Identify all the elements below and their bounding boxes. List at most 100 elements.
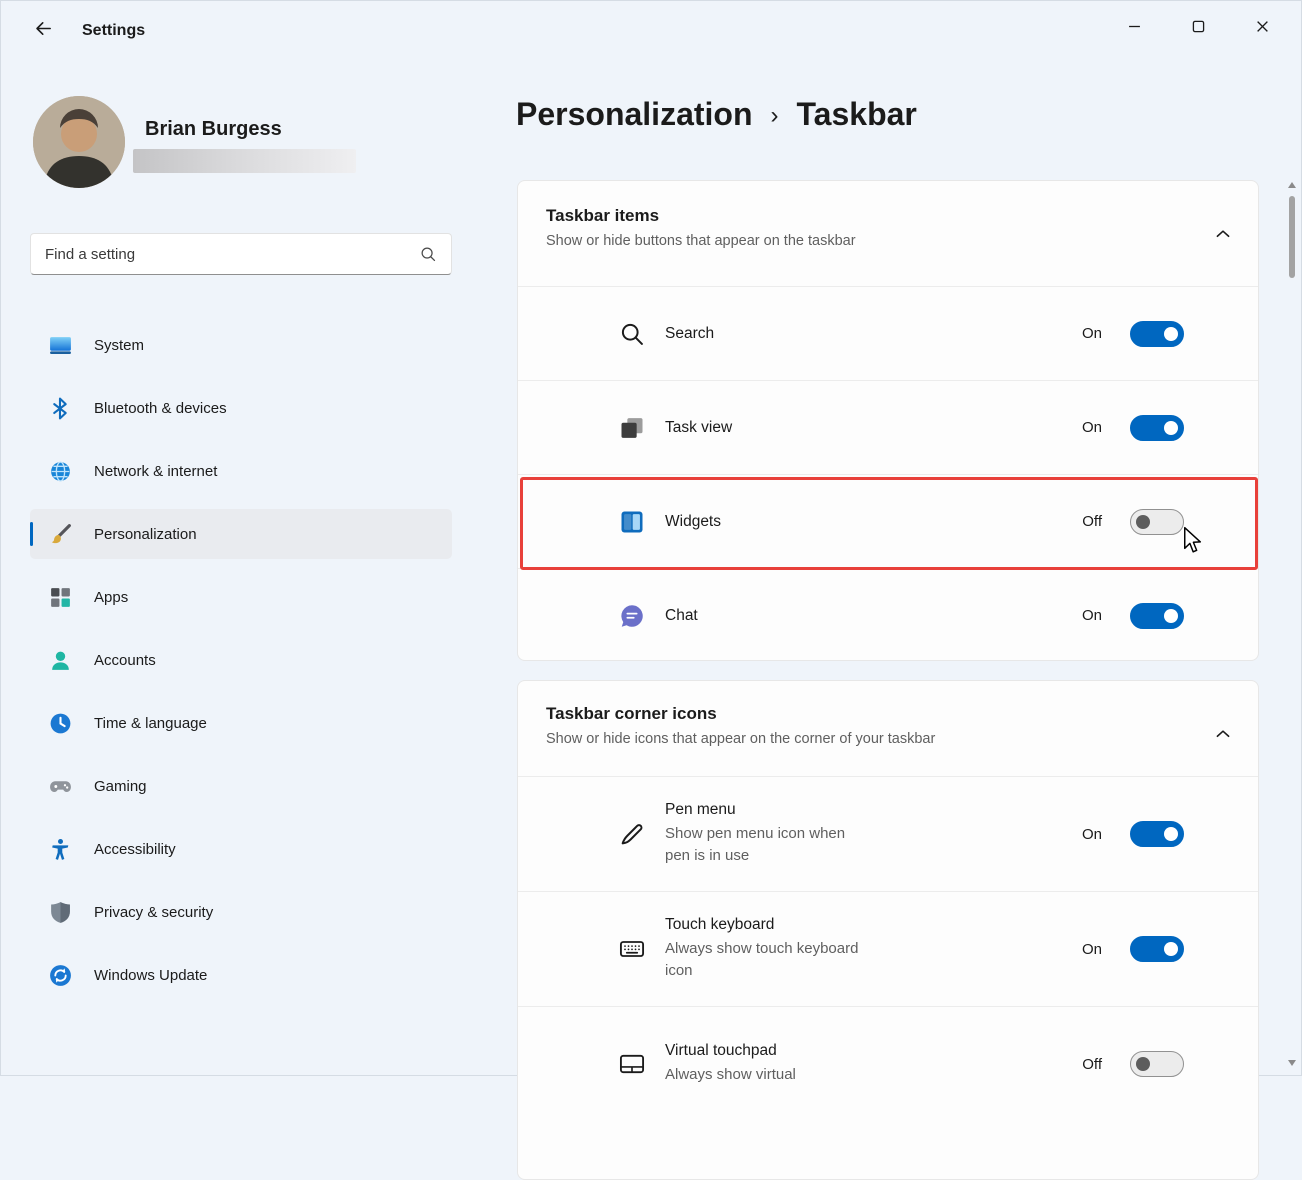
sidebar-item-label: Accessibility bbox=[94, 841, 176, 858]
sidebar-item-personalization[interactable]: Personalization bbox=[30, 509, 452, 559]
toggle-state-label: On bbox=[1082, 826, 1102, 843]
chat-icon bbox=[618, 602, 646, 630]
toggle-state-label: On bbox=[1082, 419, 1102, 436]
toggle-knob bbox=[1164, 827, 1178, 841]
scroll-down-icon[interactable] bbox=[1288, 1060, 1296, 1066]
row-label: Widgets bbox=[665, 513, 1082, 531]
search-icon bbox=[419, 245, 437, 263]
row-label: Pen menu bbox=[665, 801, 1082, 819]
chat-row: Chat On bbox=[518, 568, 1258, 661]
title-bar: Settings bbox=[0, 0, 1302, 56]
window-title: Settings bbox=[82, 22, 145, 40]
toggle-state-label: On bbox=[1082, 325, 1102, 342]
apps-icon bbox=[48, 585, 73, 610]
scrollbar-thumb[interactable] bbox=[1289, 196, 1295, 278]
sidebar-item-label: Personalization bbox=[94, 526, 197, 543]
redacted-email-bar bbox=[133, 149, 356, 173]
section-title: Taskbar corner icons bbox=[546, 704, 1230, 724]
pen-menu-row: Pen menu Show pen menu icon when pen is … bbox=[518, 776, 1258, 891]
sidebar-item-time-language[interactable]: Time & language bbox=[30, 698, 452, 748]
toggle-state-label: On bbox=[1082, 941, 1102, 958]
search-input[interactable] bbox=[45, 246, 419, 263]
sidebar-item-system[interactable]: System bbox=[30, 320, 452, 370]
accounts-icon bbox=[48, 648, 73, 673]
back-arrow-icon bbox=[34, 19, 53, 38]
sidebar-item-label: Time & language bbox=[94, 715, 207, 732]
breadcrumb: Personalization › Taskbar bbox=[516, 96, 917, 133]
scrollbar[interactable] bbox=[1285, 180, 1299, 1068]
task-view-toggle[interactable] bbox=[1130, 415, 1184, 441]
system-icon bbox=[48, 333, 73, 358]
chevron-up-icon[interactable] bbox=[1214, 225, 1232, 243]
section-subtitle: Show or hide icons that appear on the co… bbox=[546, 731, 1230, 747]
sidebar-item-label: Gaming bbox=[94, 778, 147, 795]
toggle-knob bbox=[1164, 327, 1178, 341]
sidebar-item-label: Windows Update bbox=[94, 967, 207, 984]
minimize-icon bbox=[1128, 20, 1141, 33]
row-label: Chat bbox=[665, 607, 1082, 625]
taskbar-items-header[interactable]: Taskbar items Show or hide buttons that … bbox=[518, 181, 1258, 286]
back-button[interactable] bbox=[26, 13, 60, 43]
sidebar-item-apps[interactable]: Apps bbox=[30, 572, 452, 622]
sidebar-item-gaming[interactable]: Gaming bbox=[30, 761, 452, 811]
time-language-icon bbox=[48, 711, 73, 736]
breadcrumb-personalization[interactable]: Personalization bbox=[516, 96, 753, 133]
accessibility-icon bbox=[48, 837, 73, 862]
toggle-state-label: On bbox=[1082, 607, 1102, 624]
close-button[interactable] bbox=[1230, 6, 1294, 46]
chat-toggle[interactable] bbox=[1130, 603, 1184, 629]
widgets-toggle[interactable] bbox=[1130, 509, 1184, 535]
toggle-knob bbox=[1136, 1057, 1150, 1071]
row-text: Pen menu Show pen menu icon when pen is … bbox=[665, 801, 1082, 868]
sidebar-item-label: Accounts bbox=[94, 652, 156, 669]
maximize-button[interactable] bbox=[1166, 6, 1230, 46]
widgets-row: Widgets Off bbox=[518, 474, 1258, 568]
taskbar-corner-icons-card: Taskbar corner icons Show or hide icons … bbox=[517, 680, 1259, 1180]
taskbar-corner-icons-header[interactable]: Taskbar corner icons Show or hide icons … bbox=[518, 681, 1258, 776]
bluetooth-icon bbox=[48, 396, 73, 421]
chevron-up-icon[interactable] bbox=[1214, 725, 1232, 743]
sidebar-item-bluetooth-devices[interactable]: Bluetooth & devices bbox=[30, 383, 452, 433]
sidebar-item-label: Privacy & security bbox=[94, 904, 213, 921]
taskbar-items-card: Taskbar items Show or hide buttons that … bbox=[517, 180, 1259, 661]
toggle-state-label: Off bbox=[1082, 513, 1102, 530]
scroll-up-icon[interactable] bbox=[1288, 182, 1296, 188]
section-subtitle: Show or hide buttons that appear on the … bbox=[546, 233, 1230, 249]
search-toggle[interactable] bbox=[1130, 321, 1184, 347]
toggle-knob bbox=[1164, 609, 1178, 623]
virtual-touchpad-icon bbox=[618, 1050, 646, 1078]
search-taskbar-icon bbox=[618, 320, 646, 348]
row-label: Search bbox=[665, 325, 1082, 343]
sidebar-item-network-internet[interactable]: Network & internet bbox=[30, 446, 452, 496]
window-controls bbox=[1102, 6, 1294, 46]
row-label: Virtual touchpad bbox=[665, 1042, 1082, 1060]
sidebar-nav: System Bluetooth & devices Network & int… bbox=[30, 320, 452, 1013]
avatar[interactable] bbox=[33, 96, 125, 188]
virtual-touchpad-toggle[interactable] bbox=[1130, 1051, 1184, 1077]
search-box[interactable] bbox=[30, 233, 452, 275]
row-description: Always show touch keyboard icon bbox=[665, 938, 863, 983]
pen-icon bbox=[618, 820, 646, 848]
search-row: Search On bbox=[518, 286, 1258, 380]
sidebar-item-accounts[interactable]: Accounts bbox=[30, 635, 452, 685]
page-title: Taskbar bbox=[797, 96, 917, 133]
sidebar-item-label: Network & internet bbox=[94, 463, 217, 480]
close-icon bbox=[1256, 20, 1269, 33]
row-text: Virtual touchpad Always show virtual bbox=[665, 1042, 1082, 1087]
toggle-state-label: Off bbox=[1082, 1056, 1102, 1073]
sidebar-item-label: Bluetooth & devices bbox=[94, 400, 227, 417]
pen-menu-toggle[interactable] bbox=[1130, 821, 1184, 847]
sidebar-item-windows-update[interactable]: Windows Update bbox=[30, 950, 452, 1000]
task-view-icon bbox=[618, 414, 646, 442]
row-text: Touch keyboard Always show touch keyboar… bbox=[665, 916, 1082, 983]
virtual-touchpad-row: Virtual touchpad Always show virtual Off bbox=[518, 1006, 1258, 1121]
touch-keyboard-toggle[interactable] bbox=[1130, 936, 1184, 962]
row-description: Always show virtual bbox=[665, 1064, 863, 1087]
sidebar-item-label: Apps bbox=[94, 589, 128, 606]
personalization-icon bbox=[48, 522, 73, 547]
windows-update-icon bbox=[48, 963, 73, 988]
minimize-button[interactable] bbox=[1102, 6, 1166, 46]
sidebar-item-accessibility[interactable]: Accessibility bbox=[30, 824, 452, 874]
maximize-icon bbox=[1192, 20, 1205, 33]
sidebar-item-privacy-security[interactable]: Privacy & security bbox=[30, 887, 452, 937]
